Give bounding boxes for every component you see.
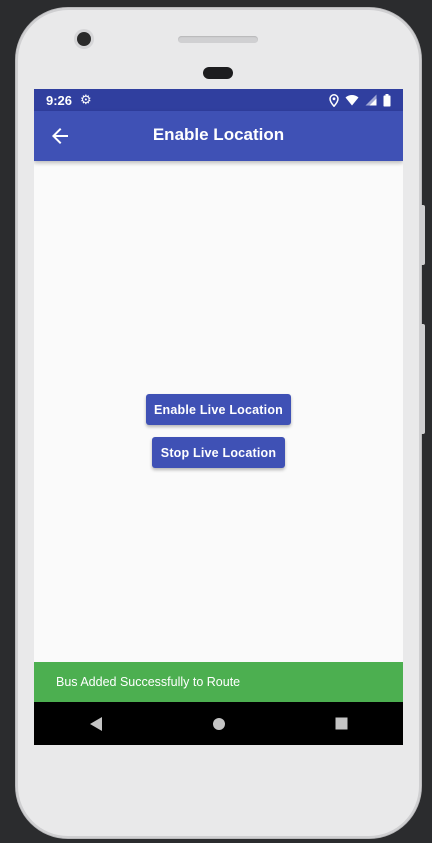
location-pin-icon xyxy=(329,93,339,107)
power-button xyxy=(420,324,425,434)
volume-button xyxy=(420,205,425,265)
navigation-bar xyxy=(34,702,403,745)
earpiece-speaker xyxy=(178,36,258,43)
snackbar: Bus Added Successfully to Route xyxy=(34,662,403,702)
status-bar: 9:26 ⚙ xyxy=(34,89,403,111)
gear-icon: ⚙ xyxy=(80,92,92,108)
enable-live-location-button[interactable]: Enable Live Location xyxy=(146,394,291,425)
nav-home-button[interactable] xyxy=(199,702,239,745)
app-bar: Enable Location xyxy=(34,111,403,161)
status-time: 9:26 xyxy=(46,92,73,108)
screen: 9:26 ⚙ Enable Location Enable Live Locat… xyxy=(34,89,403,745)
proximity-sensor xyxy=(203,67,233,79)
front-camera xyxy=(77,32,91,46)
signal-icon xyxy=(365,94,377,106)
nav-back-button[interactable] xyxy=(76,702,116,745)
wifi-icon xyxy=(345,95,359,106)
page-title: Enable Location xyxy=(152,125,285,144)
battery-icon xyxy=(383,93,391,106)
snackbar-message: Bus Added Successfully to Route xyxy=(56,675,241,689)
nav-recents-button[interactable] xyxy=(322,702,362,745)
back-triangle-icon xyxy=(89,716,102,731)
stop-live-location-button[interactable]: Stop Live Location xyxy=(152,437,285,468)
recents-square-icon xyxy=(335,717,348,730)
home-circle-icon xyxy=(212,717,225,730)
status-icons xyxy=(329,93,391,107)
